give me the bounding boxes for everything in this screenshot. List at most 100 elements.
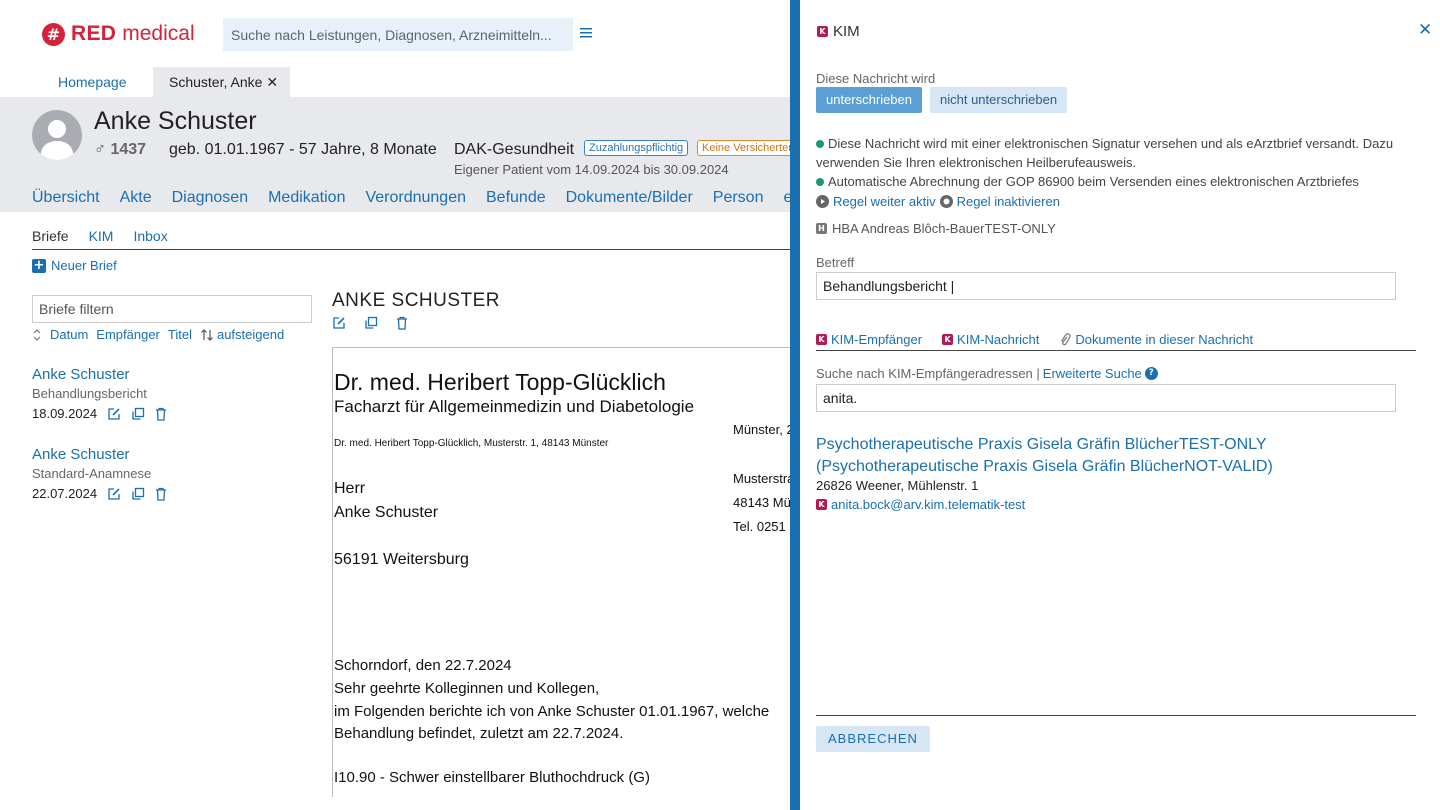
tab-kim-message[interactable]: K KIM-Nachricht: [942, 332, 1039, 347]
global-search-input[interactable]: [223, 18, 573, 51]
cancel-button[interactable]: ABBRECHEN: [816, 726, 930, 752]
result-name-line-1: Psychotherapeutische Praxis Gisela Gräfi…: [816, 436, 1267, 453]
result-email[interactable]: K anita.bock@arv.kim.telematik-test: [816, 497, 1025, 512]
sort-by-recipient[interactable]: Empfänger: [96, 327, 160, 342]
nav-medikation[interactable]: Medikation: [268, 189, 345, 207]
patient-avatar: [32, 110, 82, 160]
letters-filter-input[interactable]: [32, 295, 312, 323]
doc-city-right: Münster, 2: [733, 422, 792, 437]
new-letter-button[interactable]: + Neuer Brief: [32, 258, 117, 273]
gender-male-icon: ♂: [94, 141, 106, 158]
help-icon[interactable]: ?: [1144, 367, 1158, 380]
panel-title: K KIM: [817, 23, 860, 40]
trash-icon[interactable]: [396, 316, 408, 330]
sort-order-toggle[interactable]: aufsteigend: [200, 327, 284, 342]
insured-badge: Keine Versicherten: [697, 140, 800, 156]
tab-patient-label: Schuster, Anke: [169, 74, 263, 90]
tab-documents[interactable]: Dokumente in dieser Nachricht: [1059, 332, 1253, 347]
doc-tel-right: Tel. 0251: [733, 519, 786, 534]
app-logo[interactable]: # RED medical: [42, 22, 195, 46]
subject-input[interactable]: [816, 272, 1396, 300]
copy-icon[interactable]: [131, 487, 145, 501]
copy-icon[interactable]: [364, 316, 378, 330]
nav-verordnungen[interactable]: Verordnungen: [365, 189, 466, 207]
close-tab-icon[interactable]: ✕: [266, 74, 278, 90]
patient-number: 1437: [110, 141, 147, 158]
new-letter-label: Neuer Brief: [51, 258, 117, 273]
logo-medical-text: medical: [122, 22, 195, 45]
recipient-search-label: Suche nach KIM-Empfängeradressen | Erwei…: [816, 366, 1158, 381]
rule-deactivate-link[interactable]: Regel inaktivieren: [957, 194, 1060, 209]
result-email-address: anita.bock@arv.kim.telematik-test: [831, 497, 1026, 512]
hba-card: H HBA Andreas Blôch-BauerTEST-ONLY: [816, 221, 1056, 236]
close-panel-icon[interactable]: ✕: [1418, 20, 1432, 40]
doc-body-line-2: Behandlung befindet, zuletzt am 22.7.202…: [334, 725, 624, 742]
letter-subtitle: Behandlungsbericht: [32, 386, 147, 401]
paperclip-icon: [1061, 332, 1072, 345]
doc-salutation: Herr: [334, 480, 366, 497]
doc-body-line-1: im Folgenden berichte ich von Anke Schus…: [334, 703, 770, 720]
result-name-line-2: (Psychotherapeutische Praxis Gisela Gräf…: [816, 458, 1273, 475]
copy-icon[interactable]: [131, 407, 145, 421]
doc-zip-right: 48143 Mü: [733, 495, 791, 510]
doc-sender-line: Dr. med. Heribert Topp-Glücklich, Muster…: [334, 438, 609, 449]
letter-list-item[interactable]: Anke Schuster Behandlungsbericht 18.09.2…: [32, 366, 167, 421]
kim-badge-icon: K: [817, 26, 828, 37]
doc-greeting: Sehr geehrte Kolleginnen und Kollegen,: [334, 680, 600, 697]
nav-dokumente-bilder[interactable]: Dokumente/Bilder: [566, 189, 693, 207]
nav-befunde[interactable]: Befunde: [486, 189, 546, 207]
advanced-search-link[interactable]: Erweiterte Suche: [1043, 366, 1142, 381]
play-circle-icon[interactable]: [816, 195, 829, 208]
subtab-kim[interactable]: KIM: [89, 228, 114, 244]
edit-icon[interactable]: [332, 316, 346, 330]
recipient-search-label-text: Suche nach KIM-Empfängeradressen |: [816, 366, 1040, 381]
sort-updown-icon[interactable]: [32, 328, 42, 342]
patient-birthdate: geb. 01.01.1967 - 57 Jahre, 8 Monate: [169, 141, 437, 158]
billing-info-text: Automatische Abrechnung der GOP 86900 be…: [828, 174, 1359, 189]
letter-date: 22.07.2024: [32, 486, 98, 501]
letter-list-item[interactable]: Anke Schuster Standard-Anamnese 22.07.20…: [32, 446, 167, 501]
nav-uebersicht[interactable]: Übersicht: [32, 189, 100, 207]
hba-text: HBA Andreas Blôch-BauerTEST-ONLY: [832, 221, 1056, 236]
hba-badge-icon: H: [816, 223, 827, 234]
kim-badge-icon: K: [942, 334, 954, 345]
document-preview: Dr. med. Heribert Topp-Glücklich Facharz…: [332, 347, 792, 797]
footer-divider: [816, 715, 1416, 716]
doc-recipient-city: 56191 Weitersburg: [334, 551, 469, 568]
trash-icon[interactable]: [155, 407, 167, 421]
edit-icon[interactable]: [107, 487, 121, 501]
recipient-search-input[interactable]: [816, 384, 1396, 412]
logo-red-text: RED: [71, 22, 117, 45]
hamburger-menu-icon[interactable]: [580, 26, 594, 40]
billing-info: Automatische Abrechnung der GOP 86900 be…: [816, 172, 1416, 191]
trash-icon[interactable]: [155, 487, 167, 501]
letter-title[interactable]: Anke Schuster: [32, 446, 167, 463]
nav-person[interactable]: Person: [713, 189, 764, 207]
letter-subtabs: Briefe KIM Inbox: [32, 228, 168, 244]
sort-by-date[interactable]: Datum: [50, 327, 88, 342]
panel-tabs: K KIM-Empfänger K KIM-Nachricht Dokumente …: [816, 332, 1253, 347]
rule-active-link[interactable]: Regel weiter aktiv: [833, 194, 936, 209]
user-silhouette-icon: [32, 110, 82, 160]
doc-diagnosis: I10.90 - Schwer einstellbarer Bluthochdr…: [334, 769, 650, 786]
panel-title-text: KIM: [833, 23, 860, 40]
subtab-inbox[interactable]: Inbox: [133, 228, 167, 244]
stop-circle-icon[interactable]: [939, 195, 953, 208]
doc-specialty: Facharzt für Allgemeinmedizin und Diabet…: [334, 397, 695, 416]
patient-nav: Übersicht Akte Diagnosen Medikation Vero…: [32, 189, 792, 207]
edit-icon[interactable]: [107, 407, 121, 421]
search-result-name[interactable]: Psychotherapeutische Praxis Gisela Gräfi…: [816, 434, 1273, 478]
no-sign-button[interactable]: nicht unterschrieben: [930, 87, 1068, 113]
document-actions: [332, 316, 408, 330]
nav-akte[interactable]: Akte: [120, 189, 152, 207]
tab-patient[interactable]: Schuster, Anke ✕: [153, 67, 290, 97]
tab-homepage[interactable]: Homepage: [58, 74, 127, 90]
patient-name: Anke Schuster: [94, 107, 257, 135]
tab-kim-recipients[interactable]: K KIM-Empfänger: [816, 332, 922, 347]
sign-button[interactable]: unterschrieben: [816, 87, 922, 113]
letter-title[interactable]: Anke Schuster: [32, 366, 167, 383]
sort-by-title[interactable]: Titel: [168, 327, 192, 342]
copay-badge: Zuzahlungspflichtig: [584, 140, 689, 156]
subtab-briefe[interactable]: Briefe: [32, 228, 69, 244]
nav-diagnosen[interactable]: Diagnosen: [172, 189, 249, 207]
